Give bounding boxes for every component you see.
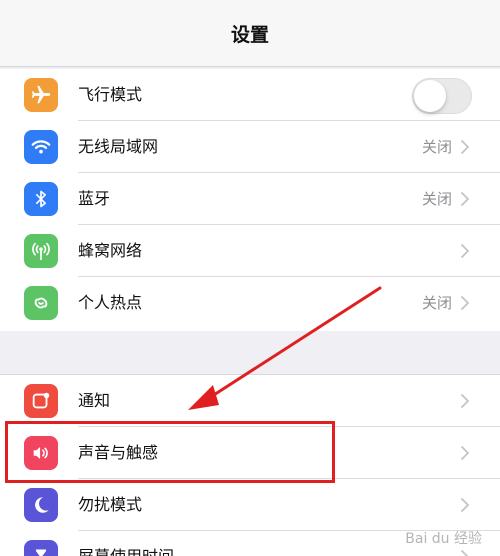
chevron-right-icon [461, 550, 469, 556]
page-title: 设置 [230, 23, 269, 46]
cellular-icon [24, 234, 58, 268]
settings-row-notifications[interactable]: 通知 [0, 375, 500, 427]
toggle-knob [414, 80, 446, 112]
settings-row-airplane-mode[interactable]: 飞行模式 [0, 69, 500, 121]
notifications-icon [24, 384, 58, 418]
chevron-right-icon [461, 244, 469, 258]
settings-row-label: 无线局域网 [78, 137, 159, 156]
chevron-right-icon [461, 140, 469, 154]
status-value: 关闭 [421, 294, 452, 312]
chevron-right-icon [461, 446, 469, 460]
settings-row-cellular[interactable]: 蜂窝网络 [0, 225, 500, 277]
settings-row-label: 通知 [78, 391, 111, 410]
status-value: 关闭 [421, 138, 452, 156]
highlight-box [5, 421, 335, 483]
chevron-right-icon [461, 296, 469, 310]
settings-row-label: 个人热点 [78, 293, 143, 312]
settings-row-hotspot[interactable]: 个人热点 关闭 [0, 277, 500, 329]
settings-group-connectivity: 飞行模式 无线局域网 关闭 蓝牙 关闭 蜂窝网络 个人热点 关闭 [0, 69, 500, 331]
chevron-right-icon [461, 192, 469, 206]
moon-icon [24, 488, 58, 522]
settings-row-bluetooth[interactable]: 蓝牙 关闭 [0, 173, 500, 225]
airplane-icon [24, 78, 58, 112]
settings-row-label: 蜂窝网络 [78, 241, 143, 260]
settings-row-label: 蓝牙 [78, 189, 111, 208]
settings-row-label: 飞行模式 [78, 85, 143, 104]
hourglass-icon [24, 540, 58, 556]
settings-row-label: 屏幕使用时间 [78, 531, 174, 556]
watermark: Bai du 经验 [405, 531, 482, 547]
status-value: 关闭 [421, 190, 452, 208]
airplane-mode-toggle[interactable] [412, 78, 472, 114]
chevron-right-icon [461, 394, 469, 408]
hotspot-icon [24, 286, 58, 320]
settings-row-do-not-disturb[interactable]: 勿扰模式 [0, 479, 500, 531]
wifi-icon [24, 130, 58, 164]
navigation-bar: 设置 [0, 0, 500, 67]
settings-row-label: 勿扰模式 [78, 495, 143, 514]
settings-row-wifi[interactable]: 无线局域网 关闭 [0, 121, 500, 173]
bluetooth-icon [24, 182, 58, 216]
chevron-right-icon [461, 498, 469, 512]
settings-screen: 设置 飞行模式 无线局域网 关闭 蓝牙 关闭 蜂窝网络 个人热点 关闭 通知 声… [0, 0, 500, 556]
